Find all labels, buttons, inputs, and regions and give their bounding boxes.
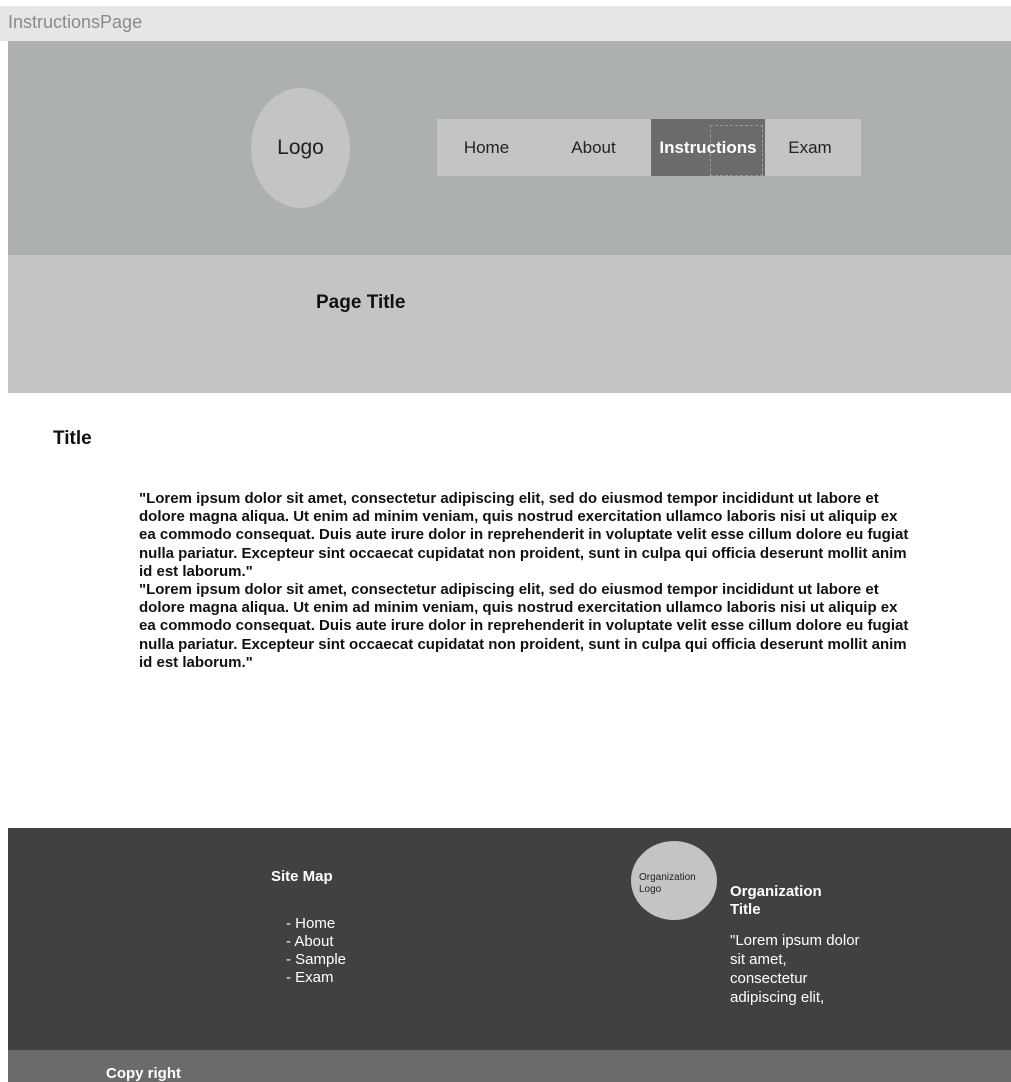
sitemap-link-exam[interactable]: - Exam bbox=[286, 969, 346, 987]
selection-marquee bbox=[710, 125, 763, 176]
content-body: "Lorem ipsum dolor sit amet, consectetur… bbox=[139, 490, 909, 672]
organization-logo: Organization Logo bbox=[631, 841, 717, 920]
copyright-bar: Copy right bbox=[8, 1050, 1011, 1082]
nav-home[interactable]: Home bbox=[437, 119, 536, 176]
sitemap-link-about[interactable]: - About bbox=[286, 933, 346, 951]
sitemap-link-sample[interactable]: - Sample bbox=[286, 951, 346, 969]
content-paragraph: "Lorem ipsum dolor sit amet, consectetur… bbox=[139, 490, 909, 580]
organization-description: "Lorem ipsum dolor sit amet, consectetur… bbox=[730, 932, 860, 1006]
copyright-text: Copy right bbox=[106, 1065, 181, 1082]
site-logo-label: Logo bbox=[277, 136, 324, 159]
organization-logo-label: Organization Logo bbox=[639, 872, 696, 895]
site-header: Logo Home About Instructions Exam bbox=[8, 41, 1011, 255]
page-banner: Page Title bbox=[8, 255, 1011, 393]
nav-instructions[interactable]: Instructions bbox=[651, 119, 765, 176]
content-paragraph: "Lorem ipsum dolor sit amet, consectetur… bbox=[139, 581, 909, 671]
window-title: InstructionsPage bbox=[0, 6, 1011, 41]
page-title: Page Title bbox=[316, 292, 406, 313]
main-nav: Home About Instructions Exam bbox=[437, 119, 861, 176]
site-logo[interactable]: Logo bbox=[251, 88, 350, 208]
content-title: Title bbox=[53, 428, 92, 449]
artboard-margin bbox=[0, 41, 8, 1082]
sitemap-title: Site Map bbox=[271, 868, 333, 885]
nav-exam[interactable]: Exam bbox=[765, 119, 855, 176]
site-footer: Site Map - Home - About - Sample - Exam … bbox=[8, 828, 1011, 1050]
sitemap-list: - Home - About - Sample - Exam bbox=[286, 915, 346, 987]
sitemap-link-home[interactable]: - Home bbox=[286, 915, 346, 933]
organization-title: Organization Title bbox=[730, 883, 822, 918]
nav-about[interactable]: About bbox=[536, 119, 651, 176]
